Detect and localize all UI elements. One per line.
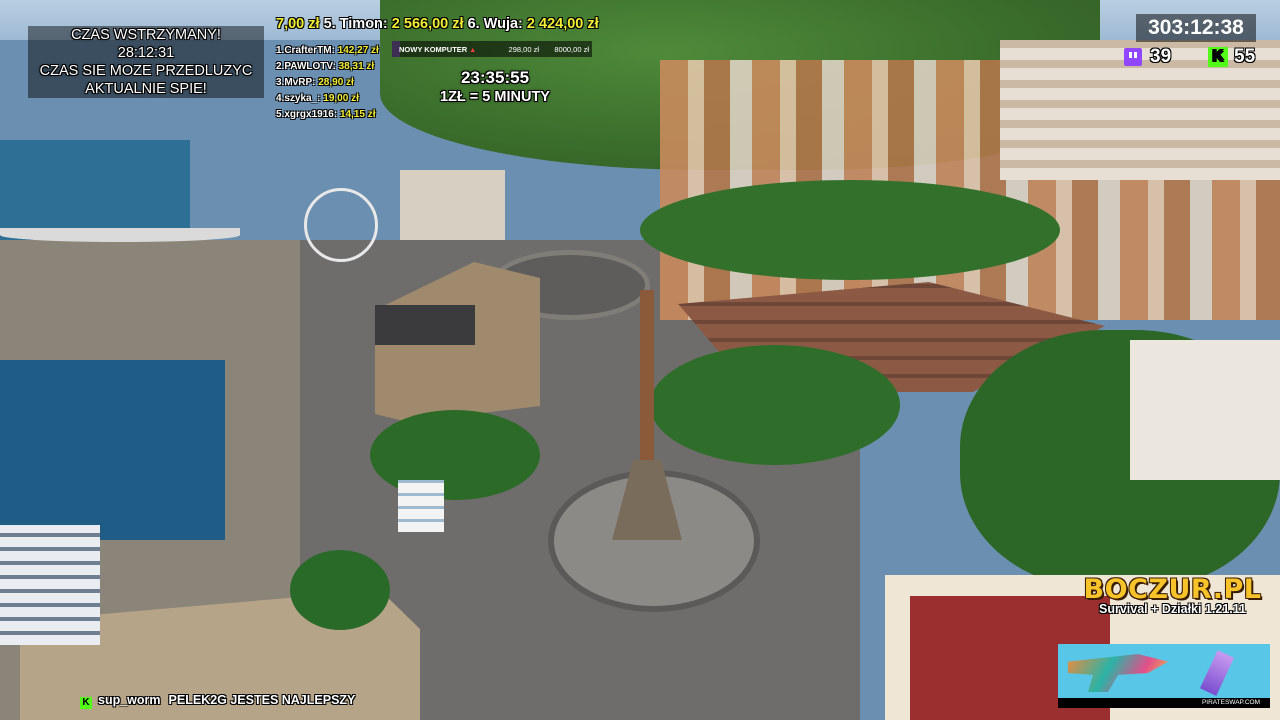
donor-amount: 38,31 zł xyxy=(338,61,375,72)
ticker-amount: 2 424,00 zł xyxy=(526,16,599,32)
donor-row: 1.CrafterTM: 142,27 zł xyxy=(276,43,386,59)
building-white xyxy=(400,170,505,240)
market-tents xyxy=(398,480,444,532)
donor-leaderboard: 1.CrafterTM: 142,27 zł 2.PAWLOTV: 38,31 … xyxy=(276,43,386,123)
donor-amount: 19,00 zł xyxy=(323,93,359,104)
subathon-timer: 23:35:55 1ZŁ = 5 MINUTY xyxy=(420,68,570,106)
kick-viewer-count: 55 xyxy=(1234,46,1256,67)
ticker-name: 6. Wuja: xyxy=(467,16,523,32)
customs-roof xyxy=(375,305,475,345)
ticker-amount: 2 566,00 zł xyxy=(391,16,464,32)
donor-amount: 14,15 zł xyxy=(339,109,376,120)
paused-notice: CZAS WSTRZYMANY! 28:12:31 CZAS SIE MOZE … xyxy=(28,26,264,98)
goal-current: 298,00 zł xyxy=(508,44,539,54)
goal-label: NOWY KOMPUTER ▲ xyxy=(399,44,477,54)
logo-text: BOCZUR.PL xyxy=(1083,574,1262,605)
harbor-water xyxy=(0,360,225,540)
twitch-icon xyxy=(1124,48,1142,66)
donor-row: 5.xgrgx1916: 14,15 zł xyxy=(276,107,386,123)
donor-row: 2.PAWLOTV: 38,31 zł xyxy=(276,59,386,75)
gun-skin-icon xyxy=(1068,654,1168,692)
server-logo: BOCZUR.PL Survival + Działki 1.21.11 xyxy=(1070,574,1275,616)
alert-dot-icon: ▲ xyxy=(469,46,477,54)
chat-message: Ksup_worm PELEK2G JESTES NAJLEPSZY xyxy=(80,693,355,709)
tree-line xyxy=(640,180,1060,280)
subathon-time: 23:35:55 xyxy=(460,68,530,87)
building-right xyxy=(1130,340,1280,480)
paused-sleeping-note: AKTUALNIE SPIE! xyxy=(85,81,207,97)
paused-title: CZAS WSTRZYMANY! xyxy=(71,27,221,43)
donor-amount: 142,27 zł xyxy=(337,45,379,56)
paused-time: 28:12:31 xyxy=(117,45,175,61)
kick-badge-icon: K xyxy=(80,697,92,709)
sponsor-banner: PIRATESWAP.COM xyxy=(1058,644,1270,708)
donor-row: 3.MvRP: 28,90 zł xyxy=(276,75,386,91)
ticker-amount: 7,00 zł xyxy=(276,16,320,32)
donor-amount: 28,90 zł xyxy=(318,77,354,88)
marina-water xyxy=(0,140,190,240)
ticker-name: 5. Timon: xyxy=(323,16,388,32)
ferris-wheel xyxy=(304,188,378,262)
subathon-rate: 1ZŁ = 5 MINUTY xyxy=(440,89,550,105)
chat-text: PELEK2G JESTES NAJLEPSZY xyxy=(168,693,356,707)
pedestrian-bridge xyxy=(0,228,240,242)
twitch-viewer-count: 39 xyxy=(1150,46,1172,67)
sponsor-url: PIRATESWAP.COM xyxy=(1058,698,1270,708)
top-donors-ticker: 7,00 zł 5. Timon: 2 566,00 zł 6. Wuja: 2… xyxy=(276,16,599,32)
viewer-counts: 39 K 55 xyxy=(1124,46,1274,70)
boats xyxy=(0,525,100,645)
donation-goal-bar: NOWY KOMPUTER ▲ 298,00 zł 8000,00 zł xyxy=(392,41,592,57)
donor-name: 1.CrafterTM: xyxy=(276,45,335,56)
park-trees xyxy=(650,345,900,465)
donor-row: 4.szyka_: 19,00 zł xyxy=(276,91,386,107)
donor-name: 3.MvRP: xyxy=(276,77,316,88)
kick-icon: K xyxy=(1208,47,1228,67)
goal-target: 8000,00 zł xyxy=(554,44,589,54)
knife-skin-icon xyxy=(1199,650,1235,696)
donor-name: 2.PAWLOTV: xyxy=(276,61,336,72)
paused-extend-note: CZAS SIE MOZE PRZEDLUZYC xyxy=(39,63,253,79)
stream-uptime: 303:12:38 xyxy=(1136,14,1256,42)
chat-username: sup_worm xyxy=(98,693,161,707)
trees-bottom xyxy=(290,550,390,630)
trees-center xyxy=(370,410,540,500)
donor-name: 4.szyka_: xyxy=(276,93,321,104)
logo-subtitle: Survival + Działki 1.21.11 xyxy=(1099,602,1246,616)
donor-name: 5.xgrgx1916: xyxy=(276,109,338,120)
